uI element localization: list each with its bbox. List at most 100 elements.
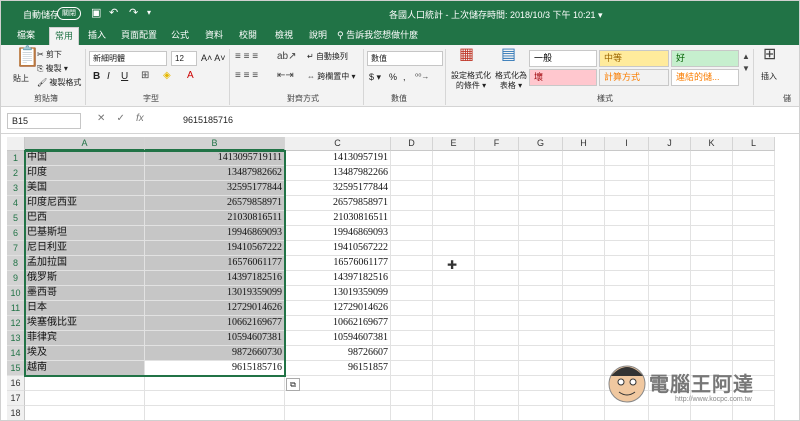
cell-j13[interactable] xyxy=(649,331,691,346)
tab-review[interactable]: 校閱 xyxy=(235,27,261,45)
cell-b11[interactable]: 12729014626 xyxy=(145,301,285,316)
cell-g6[interactable] xyxy=(519,226,563,241)
enter-icon[interactable]: ✓ xyxy=(117,113,125,124)
cell-j12[interactable] xyxy=(649,316,691,331)
cell-k2[interactable] xyxy=(691,166,733,181)
cell-f14[interactable] xyxy=(475,346,519,361)
cell-h15[interactable] xyxy=(563,361,605,376)
cell-j3[interactable] xyxy=(649,181,691,196)
cell-k10[interactable] xyxy=(691,286,733,301)
cell-g13[interactable] xyxy=(519,331,563,346)
cell-f7[interactable] xyxy=(475,241,519,256)
cell-j1[interactable] xyxy=(649,151,691,166)
cell-l4[interactable] xyxy=(733,196,775,211)
cell-h10[interactable] xyxy=(563,286,605,301)
cell-k1[interactable] xyxy=(691,151,733,166)
cell-b6[interactable]: 19946869093 xyxy=(145,226,285,241)
cell-c10[interactable]: 13019359099 xyxy=(285,286,391,301)
cell-d3[interactable] xyxy=(391,181,433,196)
cell-b3[interactable]: 32595177844 xyxy=(145,181,285,196)
tab-data[interactable]: 資料 xyxy=(201,27,227,45)
cell-b1[interactable]: 1413095719111 xyxy=(145,151,285,166)
borders-icon[interactable]: ⊞ xyxy=(141,70,149,82)
italic-button[interactable]: I xyxy=(107,71,110,82)
font-color-icon[interactable]: A xyxy=(187,70,194,82)
cell-h3[interactable] xyxy=(563,181,605,196)
cell-h2[interactable] xyxy=(563,166,605,181)
cell-e5[interactable] xyxy=(433,211,475,226)
column-header-c[interactable]: C xyxy=(285,137,391,151)
cell-e9[interactable] xyxy=(433,271,475,286)
cell-f13[interactable] xyxy=(475,331,519,346)
cell-b10[interactable]: 13019359099 xyxy=(145,286,285,301)
cancel-icon[interactable]: ✕ xyxy=(97,113,105,124)
cell-f9[interactable] xyxy=(475,271,519,286)
style-normal[interactable]: 一般 xyxy=(529,50,597,67)
cell-a3[interactable]: 美国 xyxy=(25,181,145,196)
cell-k3[interactable] xyxy=(691,181,733,196)
cell-b16[interactable] xyxy=(145,376,285,391)
cell-e7[interactable] xyxy=(433,241,475,256)
cell-g9[interactable] xyxy=(519,271,563,286)
cell-e15[interactable] xyxy=(433,361,475,376)
cell-f6[interactable] xyxy=(475,226,519,241)
tab-insert[interactable]: 插入 xyxy=(83,27,111,45)
cell-j2[interactable] xyxy=(649,166,691,181)
number-format-select[interactable]: 數值 xyxy=(367,51,443,66)
cell-b5[interactable]: 21030816511 xyxy=(145,211,285,226)
column-header-g[interactable]: G xyxy=(519,137,563,151)
tab-formulas[interactable]: 公式 xyxy=(167,27,193,45)
cell-k12[interactable] xyxy=(691,316,733,331)
cell-i7[interactable] xyxy=(605,241,649,256)
cell-a17[interactable] xyxy=(25,391,145,406)
tab-page-layout[interactable]: 頁面配置 xyxy=(117,27,161,45)
cell-g2[interactable] xyxy=(519,166,563,181)
conditional-format-button[interactable]: 設定格式化的條件 ▾ xyxy=(448,71,494,91)
cell-c17[interactable] xyxy=(285,391,391,406)
cell-c13[interactable]: 10594607381 xyxy=(285,331,391,346)
cell-i2[interactable] xyxy=(605,166,649,181)
cell-e2[interactable] xyxy=(433,166,475,181)
row-header[interactable]: 6 xyxy=(7,226,25,241)
cell-g16[interactable] xyxy=(519,376,563,391)
row-header[interactable]: 1 xyxy=(7,151,25,166)
cell-e13[interactable] xyxy=(433,331,475,346)
cell-d13[interactable] xyxy=(391,331,433,346)
cell-d8[interactable] xyxy=(391,256,433,271)
cell-e3[interactable] xyxy=(433,181,475,196)
cell-f17[interactable] xyxy=(475,391,519,406)
cell-e10[interactable] xyxy=(433,286,475,301)
cell-a15[interactable]: 越南 xyxy=(25,361,145,376)
cell-k8[interactable] xyxy=(691,256,733,271)
cell-k11[interactable] xyxy=(691,301,733,316)
cell-b7[interactable]: 19410567222 xyxy=(145,241,285,256)
cell-h14[interactable] xyxy=(563,346,605,361)
cell-h4[interactable] xyxy=(563,196,605,211)
cell-g18[interactable] xyxy=(519,406,563,420)
cell-k14[interactable] xyxy=(691,346,733,361)
cell-c4[interactable]: 26579858971 xyxy=(285,196,391,211)
cell-j11[interactable] xyxy=(649,301,691,316)
cell-h18[interactable] xyxy=(563,406,605,420)
cell-a16[interactable] xyxy=(25,376,145,391)
cell-a5[interactable]: 巴西 xyxy=(25,211,145,226)
cell-a12[interactable]: 埃塞俄比亚 xyxy=(25,316,145,331)
cell-h1[interactable] xyxy=(563,151,605,166)
cell-a1[interactable]: 中国 xyxy=(25,151,145,166)
cell-l12[interactable] xyxy=(733,316,775,331)
column-header-b[interactable]: B xyxy=(145,137,285,151)
cell-g11[interactable] xyxy=(519,301,563,316)
cell-l3[interactable] xyxy=(733,181,775,196)
cell-e14[interactable] xyxy=(433,346,475,361)
cell-e17[interactable] xyxy=(433,391,475,406)
font-grow-icon[interactable]: A˄ A˅ xyxy=(201,53,226,63)
cell-c8[interactable]: 16576061177 xyxy=(285,256,391,271)
cell-l10[interactable] xyxy=(733,286,775,301)
cell-h9[interactable] xyxy=(563,271,605,286)
cell-b9[interactable]: 14397182516 xyxy=(145,271,285,286)
cell-j5[interactable] xyxy=(649,211,691,226)
cell-a7[interactable]: 尼日利亚 xyxy=(25,241,145,256)
cell-k7[interactable] xyxy=(691,241,733,256)
cell-f8[interactable] xyxy=(475,256,519,271)
cell-b8[interactable]: 16576061177 xyxy=(145,256,285,271)
